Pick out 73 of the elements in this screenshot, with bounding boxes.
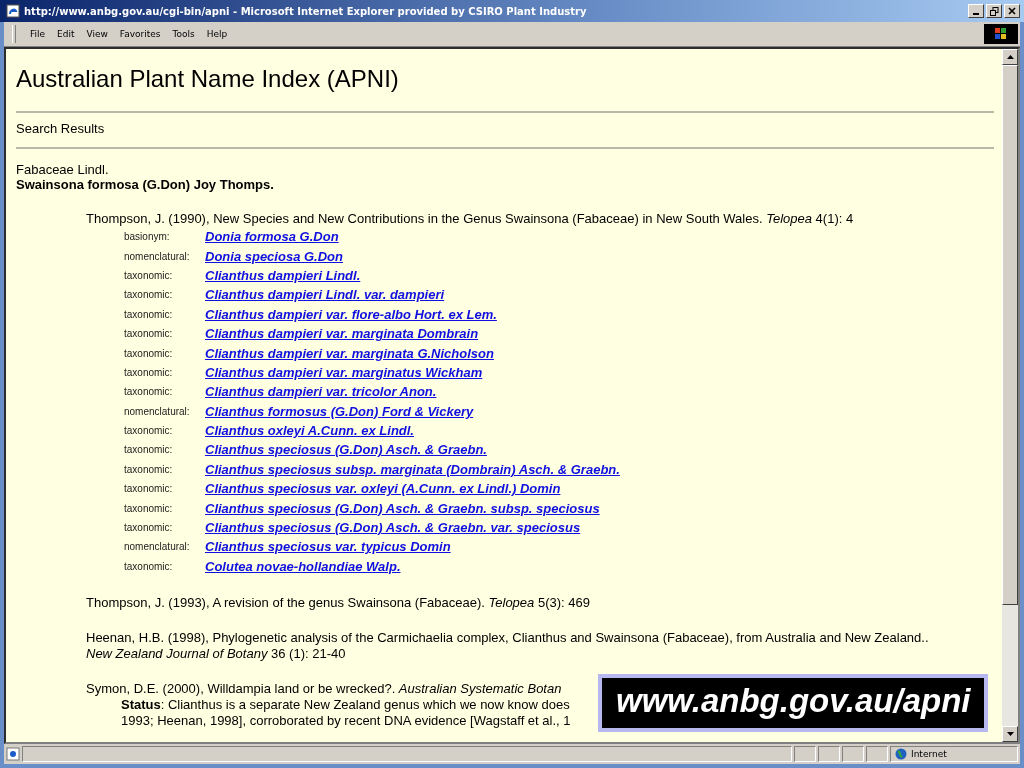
- scroll-thumb[interactable]: [1002, 65, 1018, 605]
- menu-item[interactable]: Edit: [51, 27, 81, 41]
- scrollbar[interactable]: [1002, 49, 1018, 742]
- relation-type: taxonomic:: [124, 366, 174, 378]
- menu-item[interactable]: View: [80, 27, 114, 41]
- relation-type: taxonomic:: [124, 289, 174, 301]
- page-subtitle: Search Results: [16, 120, 106, 138]
- relation-type: nomenclatural:: [124, 405, 191, 417]
- relation-type: taxonomic:: [124, 386, 174, 398]
- menu-item[interactable]: Help: [200, 27, 234, 41]
- url-banner: www.anbg.gov.au/apni: [598, 674, 989, 732]
- relation-type: nomenclatural:: [124, 541, 191, 553]
- reference-text: Symon, D.E. (2000), Willdampia land or be wrecked?. Australian Systematic Botan: [86, 681, 562, 698]
- minimize-button[interactable]: [968, 4, 984, 18]
- menu-item[interactable]: Favorites: [113, 27, 167, 41]
- relation-type: taxonomic:: [124, 328, 174, 340]
- close-button[interactable]: [1004, 4, 1020, 18]
- menu-item[interactable]: Tools: [166, 27, 201, 41]
- restore-button[interactable]: [986, 4, 1002, 18]
- menu-item[interactable]: File: [24, 27, 52, 41]
- page-status-icon: [6, 747, 20, 761]
- name-link[interactable]: Colutea novae-hollandiae Walp.: [205, 558, 401, 574]
- window-title: http://www.anbg.gov.au/cgi-bin/apni - Microsoft Internet Explorer provided by CSIRO Plant Industry: [24, 5, 588, 17]
- relation-type: taxonomic:: [124, 463, 174, 475]
- globe-icon: [895, 748, 907, 760]
- reference-text: Thompson, J. (1990), New Species and New Contributions in the Genus Swainsona (Fabaceae) in New South Wales. Telopea 4(1): 4: [86, 211, 854, 227]
- relation-type: taxonomic:: [124, 269, 174, 281]
- name-link[interactable]: Clianthus dampieri var. tricolor Anon.: [205, 384, 437, 400]
- name-link[interactable]: Clianthus dampieri var. marginata Dombrain: [205, 326, 479, 342]
- windows-logo-icon: [984, 24, 1018, 44]
- reference-text: Thompson, J. (1993), A revision of the genus Swainsona (Fabaceae). Telopea 5(3): 469: [86, 595, 590, 612]
- relation-type: taxonomic:: [124, 444, 174, 456]
- status-pane: [866, 746, 888, 762]
- family-name: Fabaceae Lindl.: [16, 162, 110, 177]
- plant-name: Swainsona formosa (G.Don) Joy Thomps.: [16, 177, 275, 192]
- name-link[interactable]: Clianthus dampieri Lindl. var. dampieri: [205, 287, 445, 303]
- name-link[interactable]: Clianthus dampieri var. flore-albo Hort. ex Lem.: [205, 306, 497, 322]
- relation-type: taxonomic:: [124, 308, 174, 320]
- status-pane: [794, 746, 816, 762]
- relation-type: nomenclatural:: [124, 250, 191, 262]
- relation-type: taxonomic:: [124, 522, 174, 534]
- name-link[interactable]: Clianthus speciosus var. oxleyi (A.Cunn. ex Lindl.) Domin: [205, 481, 561, 497]
- name-link[interactable]: Clianthus dampieri Lindl.: [205, 267, 361, 283]
- relation-type: taxonomic:: [124, 425, 174, 437]
- name-link[interactable]: Clianthus oxleyi A.Cunn. ex Lindl.: [205, 423, 414, 439]
- reference-text: New Zealand Journal of Botany 36 (1): 21-40: [86, 646, 346, 663]
- scroll-up-icon[interactable]: [1002, 49, 1018, 65]
- name-link[interactable]: Clianthus speciosus (G.Don) Asch. & Graebn. var. speciosus: [205, 520, 581, 536]
- name-link[interactable]: Donia speciosa G.Don: [205, 248, 343, 264]
- relation-type: taxonomic:: [124, 560, 174, 572]
- name-link[interactable]: Clianthus speciosus (G.Don) Asch. & Graebn.: [205, 442, 487, 458]
- name-link[interactable]: Clianthus speciosus (G.Don) Asch. & Graebn. subsp. speciosus: [205, 500, 600, 516]
- name-link[interactable]: Clianthus formosus (G.Don) Ford & Vickery: [205, 403, 474, 419]
- name-link[interactable]: Donia formosa G.Don: [205, 229, 339, 245]
- scroll-down-icon[interactable]: [1002, 726, 1018, 742]
- name-link[interactable]: Clianthus speciosus subsp. marginata (Dombrain) Asch. & Graebn.: [205, 461, 620, 477]
- close-icon: [1008, 7, 1016, 15]
- status-note: Status: Clianthus is a separate New Zealand genus which we now know does: [121, 697, 570, 714]
- status-pane: [842, 746, 864, 762]
- reference-text: Heenan, H.B. (1998), Phylogenetic analysis of the Carmichaelia complex, Clianthus and Swainsona (Fabaceae), from Australia and New Zealand..: [86, 630, 929, 647]
- relation-type: taxonomic:: [124, 483, 174, 495]
- name-link[interactable]: Clianthus dampieri var. marginatus Wickham: [205, 364, 483, 380]
- relation-type: basionym:: [124, 231, 171, 243]
- zone-label: Internet: [911, 749, 947, 759]
- restore-icon: [989, 6, 999, 16]
- relation-type: taxonomic:: [124, 502, 174, 514]
- ie-page-icon: [6, 4, 20, 18]
- name-link[interactable]: Clianthus dampieri var. marginata G.Nicholson: [205, 345, 494, 361]
- relation-type: taxonomic:: [124, 347, 174, 359]
- status-pane: [818, 746, 840, 762]
- name-link[interactable]: Clianthus speciosus var. typicus Domin: [205, 539, 451, 555]
- page-title: Australian Plant Name Index (APNI): [16, 65, 400, 93]
- status-note: 1993; Heenan, 1998], corroborated by recent DNA evidence [Wagstaff et al., 1: [121, 713, 571, 730]
